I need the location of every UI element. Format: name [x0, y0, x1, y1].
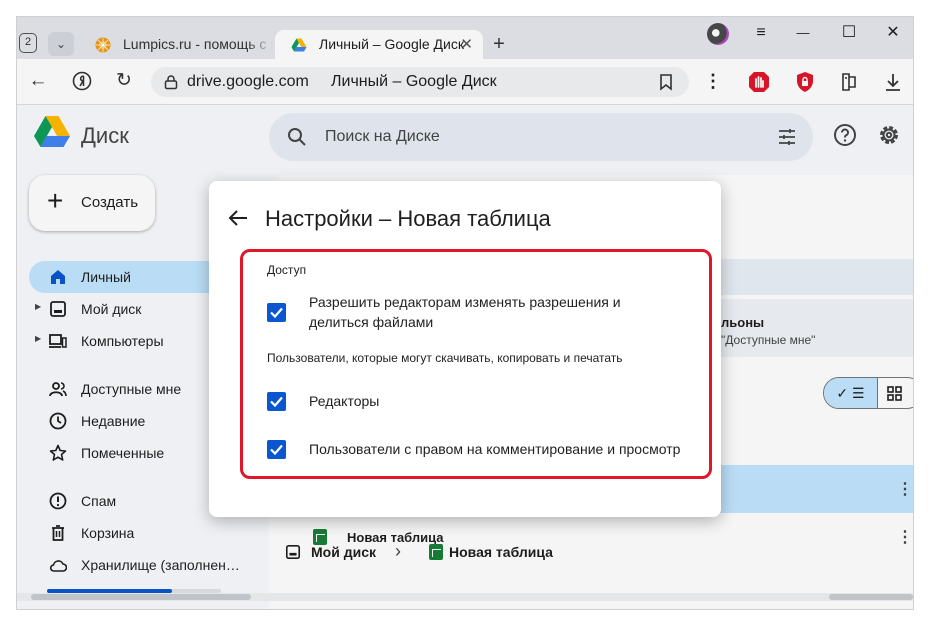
- settings-dialog: Настройки – Новая таблица Доступ Разреши…: [209, 181, 721, 517]
- commenters-download-label: Пользователи с правом на комментирование…: [309, 441, 681, 457]
- label-line: Разрешить редакторам изменять разрешения…: [309, 294, 621, 310]
- editors-share-checkbox[interactable]: [267, 303, 286, 322]
- back-arrow-icon[interactable]: [227, 207, 249, 229]
- commenters-download-checkbox[interactable]: [267, 440, 286, 459]
- access-section-label: Доступ: [267, 263, 307, 277]
- editors-download-label: Редакторы: [309, 393, 380, 409]
- dialog-title: Настройки – Новая таблица: [265, 206, 551, 231]
- download-section-label: Пользователи, которые могут скачивать, к…: [267, 351, 623, 365]
- checkmark-icon: [270, 307, 283, 319]
- checkmark-icon: [270, 396, 283, 408]
- browser-window: 2 ⌄ Lumpics.ru - помощь с ко Личный – Go…: [16, 16, 914, 610]
- checkmark-icon: [270, 444, 283, 456]
- editors-share-label: Разрешить редакторам изменять разрешения…: [309, 292, 621, 332]
- label-line: делиться файлами: [309, 314, 434, 330]
- editors-download-checkbox[interactable]: [267, 392, 286, 411]
